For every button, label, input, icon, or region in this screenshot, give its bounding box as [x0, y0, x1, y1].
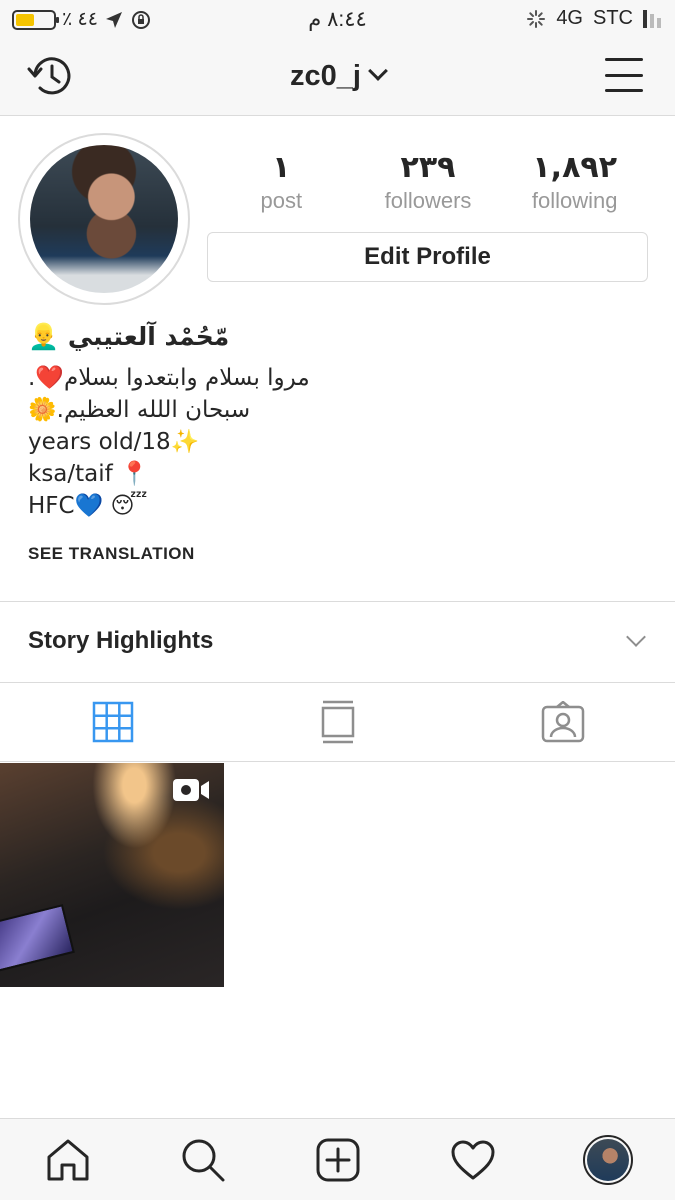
tab-grid[interactable]: [0, 683, 225, 761]
username-label: zc0_j: [290, 60, 361, 92]
status-right: 4G STC: [526, 7, 661, 30]
tab-home[interactable]: [38, 1130, 98, 1190]
story-highlights-title[interactable]: Story Highlights: [28, 627, 213, 655]
chevron-down-icon[interactable]: [626, 627, 646, 647]
profile-bio: مّحُمْد آلعتيبي 👱‍♂️ مروا بسلام وابتعدوا…: [28, 322, 648, 564]
chevron-down-icon: [368, 61, 388, 81]
tab-activity[interactable]: [443, 1130, 503, 1190]
heart-icon: [451, 1140, 494, 1179]
stat-label: post: [260, 188, 303, 213]
stat-label: following: [531, 188, 618, 213]
edit-profile-button[interactable]: Edit Profile: [207, 232, 648, 282]
status-bar: ٪ ٤٤ ٨:٤٤ م 4G STC: [0, 0, 675, 38]
tab-new-post[interactable]: [308, 1130, 368, 1190]
avatar: [582, 1134, 633, 1185]
display-name: مّحُمْد آلعتيبي 👱‍♂️: [28, 322, 230, 351]
bio-line: years old/18✨: [28, 429, 200, 455]
bio-line: مروا بسلام وابتعدوا بسلام❤️.: [28, 365, 310, 391]
stat-followers[interactable]: ٢٣٩ followers: [355, 150, 502, 214]
carrier-name: STC: [593, 7, 633, 29]
tab-profile[interactable]: [578, 1130, 638, 1190]
profile-header: zc0_j: [0, 38, 675, 116]
tab-feed[interactable]: [225, 683, 450, 761]
stat-value: ٢٣٩: [400, 150, 456, 185]
profile-tabs: [0, 683, 675, 761]
bottom-tab-bar: [0, 1118, 675, 1200]
stat-label: followers: [384, 188, 472, 213]
username-switcher[interactable]: zc0_j: [0, 60, 675, 93]
video-camera-icon: [173, 779, 209, 801]
feed-icon: [321, 700, 354, 744]
bio-line: HFC💙 😴: [28, 493, 148, 519]
tagged-icon: [541, 701, 584, 743]
profile-stats: ١ post ٢٣٩ followers ١,٨٩٢ following: [208, 150, 648, 214]
stat-value: ١: [272, 150, 291, 185]
see-translation-link[interactable]: SEE TRANSLATION: [28, 544, 648, 564]
stat-value: ١,٨٩٢: [532, 150, 617, 185]
bio-line: سبحان اللله العظيم.🌼: [28, 397, 251, 423]
grid-icon: [92, 701, 133, 743]
avatar-photo: [30, 145, 178, 293]
home-icon: [47, 1139, 88, 1180]
profile-avatar[interactable]: [18, 133, 190, 305]
menu-icon[interactable]: [605, 58, 643, 92]
network-type: 4G: [556, 7, 583, 29]
divider: [0, 601, 675, 602]
divider: [0, 761, 675, 762]
post-thumbnail[interactable]: [0, 763, 224, 987]
tab-search[interactable]: [173, 1130, 233, 1190]
bio-line: ksa/taif 📍: [28, 461, 149, 487]
add-post-icon: [316, 1138, 359, 1181]
stat-posts[interactable]: ١ post: [208, 150, 355, 214]
search-icon: [182, 1139, 224, 1181]
stat-following[interactable]: ١,٨٩٢ following: [501, 150, 648, 214]
signal-bars-icon: [643, 9, 661, 28]
activity-spinner-icon: [527, 9, 546, 28]
tab-tagged[interactable]: [450, 683, 675, 761]
post-image-detail: [0, 904, 75, 972]
